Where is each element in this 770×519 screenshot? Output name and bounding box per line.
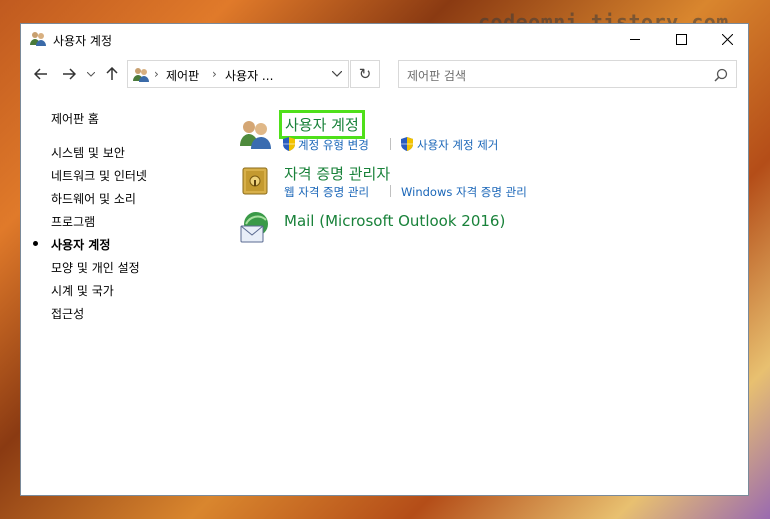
- maximize-button[interactable]: [658, 24, 704, 54]
- chevron-down-icon: [332, 71, 342, 77]
- search-box[interactable]: 제어판 검색: [398, 60, 737, 88]
- manage-web-credentials-link[interactable]: 웹 자격 증명 관리: [284, 184, 369, 200]
- breadcrumb-separator-icon: ›: [154, 67, 159, 81]
- recent-locations-button[interactable]: [85, 64, 97, 84]
- minimize-icon: [630, 38, 640, 40]
- refresh-button[interactable]: ↻: [350, 60, 380, 88]
- control-panel-window: 사용자 계정 › 제어판 › 사용자 ... ↻ 제어판 검색 제어판 홈 시스…: [20, 23, 749, 496]
- credential-manager-icon[interactable]: [241, 166, 269, 199]
- sidebar-item-appearance[interactable]: 모양 및 개인 설정: [51, 259, 140, 276]
- minimize-button[interactable]: [612, 24, 658, 54]
- navigation-bar: › 제어판 › 사용자 ... ↻ 제어판 검색: [21, 58, 748, 90]
- mail-icon[interactable]: [238, 210, 272, 247]
- breadcrumb-item[interactable]: 사용자 ...: [225, 67, 273, 84]
- up-arrow-icon: [106, 67, 118, 80]
- user-accounts-icon: [29, 31, 47, 47]
- user-accounts-icon: [132, 67, 150, 83]
- sidebar-item-label: 사용자 계정: [51, 238, 111, 252]
- sidebar-home-link[interactable]: 제어판 홈: [51, 110, 99, 127]
- sidebar-item-system-security[interactable]: 시스템 및 보안: [51, 144, 125, 161]
- forward-button[interactable]: [59, 64, 79, 84]
- link-divider: [390, 185, 391, 197]
- category-title-credential-manager[interactable]: 자격 증명 관리자: [284, 163, 390, 184]
- uac-shield-icon: [401, 137, 413, 151]
- sidebar-item-programs[interactable]: 프로그램: [51, 213, 95, 230]
- back-arrow-icon: [34, 68, 47, 80]
- refresh-icon: ↻: [358, 65, 372, 83]
- back-button[interactable]: [31, 64, 51, 84]
- sidebar-item-network-internet[interactable]: 네트워크 및 인터넷: [51, 167, 147, 184]
- maximize-icon: [675, 33, 687, 45]
- sidebar-item-accessibility[interactable]: 접근성: [51, 305, 84, 322]
- breadcrumb-separator-icon: ›: [212, 67, 217, 81]
- user-accounts-icon[interactable]: [238, 118, 272, 153]
- address-bar[interactable]: › 제어판 › 사용자 ...: [127, 60, 349, 88]
- forward-arrow-icon: [63, 68, 76, 80]
- address-dropdown-button[interactable]: [328, 65, 346, 83]
- link-divider: [390, 138, 391, 150]
- close-button[interactable]: [704, 24, 748, 54]
- category-title-mail[interactable]: Mail (Microsoft Outlook 2016): [284, 212, 505, 230]
- breadcrumb-item[interactable]: 제어판: [166, 67, 199, 84]
- active-bullet-icon: [33, 241, 38, 246]
- search-placeholder: 제어판 검색: [407, 69, 467, 83]
- close-icon: [721, 33, 733, 45]
- title-bar[interactable]: 사용자 계정: [21, 24, 748, 54]
- search-icon[interactable]: [714, 68, 728, 82]
- sidebar-item-hardware-sound[interactable]: 하드웨어 및 소리: [51, 190, 136, 207]
- up-button[interactable]: [103, 64, 121, 84]
- remove-user-account-link[interactable]: 사용자 계정 제거: [417, 137, 498, 153]
- window-title: 사용자 계정: [53, 34, 113, 48]
- manage-windows-credentials-link[interactable]: Windows 자격 증명 관리: [401, 184, 527, 200]
- change-account-type-link[interactable]: 계정 유형 변경: [298, 137, 369, 153]
- chevron-down-icon: [87, 71, 95, 77]
- sidebar-item-clock-region[interactable]: 시계 및 국가: [51, 282, 114, 299]
- category-title-user-accounts[interactable]: 사용자 계정: [279, 110, 365, 139]
- uac-shield-icon: [283, 137, 295, 151]
- sidebar-item-user-accounts[interactable]: 사용자 계정: [33, 236, 111, 253]
